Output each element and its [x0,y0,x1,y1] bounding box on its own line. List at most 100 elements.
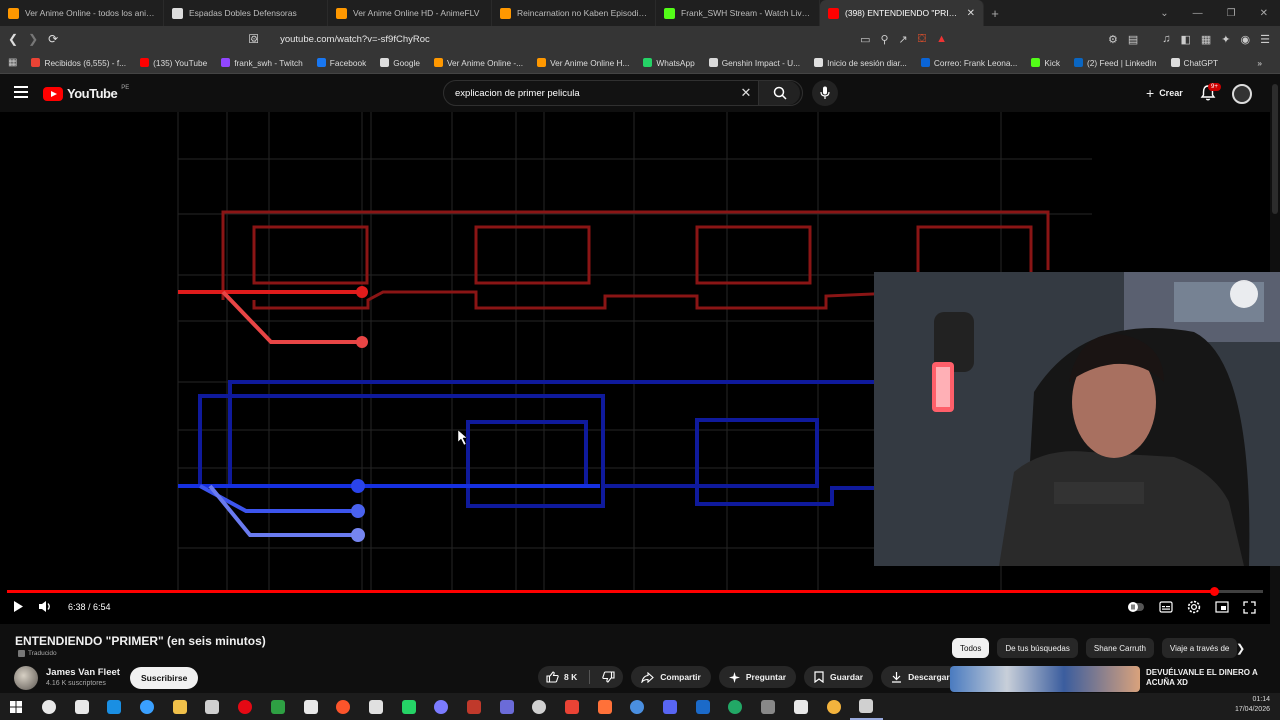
volume-icon[interactable] [38,600,54,613]
wallet-icon[interactable]: ▦ [1201,33,1211,46]
filter-chip[interactable]: Shane Carruth [1085,638,1154,658]
bookmark-item[interactable]: Genshin Impact - U... [708,58,800,68]
reload-icon[interactable]: ⟳ [48,32,58,46]
taskbar-app-icon[interactable] [490,693,523,720]
bookmark-item[interactable]: Inicio de sesión diar... [814,58,907,68]
taskbar-app-icon[interactable] [294,693,327,720]
progress-bar[interactable] [7,587,1263,596]
taskbar-app-icon[interactable] [686,693,719,720]
cast-icon[interactable]: ▭ [860,33,870,46]
ask-button[interactable]: Preguntar [718,666,797,688]
bookmark-item[interactable]: Ver Anime Online H... [537,58,629,68]
taskbar-app-icon[interactable] [98,693,131,720]
clear-search-icon[interactable]: ✕ [734,85,758,101]
search-input[interactable] [444,87,734,99]
taskbar-app-icon[interactable] [163,693,196,720]
recommended-thumbnail[interactable] [950,666,1140,692]
bookmark-item[interactable]: Facebook [316,58,366,68]
browser-tab[interactable]: (398) ENTENDIENDO "PRIMER" ✕ [820,0,984,26]
taskbar-app-icon[interactable] [229,693,262,720]
recommended-title[interactable]: DEVUÉLVANLE EL DINERO A ACUÑA XD [1146,668,1276,688]
bookmark-item[interactable]: (2) Feed | LinkedIn [1074,58,1157,68]
zoom-icon[interactable]: ⚲ [880,33,888,46]
taskbar-app-icon[interactable] [196,693,229,720]
thumbs-down-icon[interactable] [602,671,615,683]
more-bookmarks-icon[interactable]: » [1257,58,1280,68]
share-icon[interactable]: ↗ [899,33,908,46]
sidebar-icon[interactable]: ◧ [1180,33,1190,46]
create-button[interactable]: + Crear [1138,82,1191,104]
autoplay-toggle-icon[interactable] [1127,601,1145,613]
channel-avatar[interactable] [14,666,38,690]
voice-search-button[interactable] [812,80,838,106]
reader-icon[interactable]: ▤ [1128,33,1138,46]
guide-menu-icon[interactable] [14,86,28,98]
taskbar-app-icon[interactable] [425,693,458,720]
taskbar-app-icon[interactable] [621,693,654,720]
like-button[interactable]: 8 K [546,671,577,683]
new-tab-icon[interactable]: + [984,6,1006,21]
download-button[interactable]: Descargar [881,666,960,688]
url-field[interactable]: youtube.com/watch?v=-sf9fChyRoc [280,34,840,45]
account-avatar[interactable] [1232,84,1252,104]
bookmark-item[interactable]: Google [380,58,420,68]
save-button[interactable]: Guardar [804,666,874,688]
miniplayer-icon[interactable] [1215,601,1229,613]
taskbar-app-icon[interactable] [65,693,98,720]
taskbar-app-icon[interactable] [523,693,556,720]
browser-tab[interactable]: Ver Anime Online HD - AnimeFLV [328,0,492,26]
taskbar-app-icon[interactable] [33,693,66,720]
restore-icon[interactable]: ❐ [1227,8,1236,19]
menu-icon[interactable]: ☰ [1260,33,1270,46]
browser-tab[interactable]: Frank_SWH Stream - Watch Live on [656,0,820,26]
youtube-logo[interactable]: YouTube PE [43,85,129,101]
bookmark-item[interactable]: WhatsApp [643,58,695,68]
tab-list-chevron-icon[interactable]: ⌄ [1160,8,1168,19]
channel-name[interactable]: James Van Fleet [46,667,120,678]
extension-icon[interactable]: ⚙ [1108,33,1118,46]
search-button[interactable] [758,81,800,105]
subscribe-button[interactable]: Suscribirse [130,667,199,689]
taskbar-app-icon[interactable] [392,693,425,720]
forward-icon[interactable]: ❯ [28,32,38,46]
taskbar-app-icon[interactable] [588,693,621,720]
play-icon[interactable] [12,600,24,613]
leo-icon[interactable]: ✦ [1221,33,1230,46]
browser-tab[interactable]: Espadas Dobles Defensoras [164,0,328,26]
bookmark-item[interactable]: Kick [1031,58,1060,68]
taskbar-app-icon[interactable] [817,693,850,720]
progress-scrubber[interactable] [1210,587,1220,596]
bookmark-item[interactable]: Correo: Frank Leona... [920,58,1017,68]
brave-shield-icon[interactable]: ⛋ [918,33,926,46]
page-scrollbar[interactable] [1272,84,1278,214]
brave-rewards-icon[interactable]: ▲ [936,33,947,46]
settings-gear-icon[interactable] [1187,600,1201,614]
browser-tab[interactable]: Ver Anime Online - todos los anime [0,0,164,26]
filter-chip[interactable]: Viaje a través de [1161,638,1238,658]
taskbar-app-icon[interactable] [654,693,687,720]
vpn-icon[interactable]: ◉ [1241,33,1251,46]
bookmark-item[interactable]: (135) YouTube [140,58,207,68]
taskbar-app-icon[interactable] [458,693,491,720]
apps-grid-icon[interactable]: ▦ [8,57,17,68]
close-tab-icon[interactable]: ✕ [967,8,975,19]
bookmark-item[interactable]: Ver Anime Online -... [433,58,523,68]
filter-chip[interactable]: Todos [952,638,990,658]
bookmark-item[interactable]: ChatGPT [1170,58,1218,68]
back-icon[interactable]: ❮ [8,32,18,46]
taskbar-app-icon[interactable] [327,693,360,720]
taskbar-app-icon[interactable] [262,693,295,720]
taskbar-app-icon[interactable] [556,693,589,720]
site-info-icon[interactable]: ⚙ [250,34,258,45]
share-button[interactable]: Compartir [631,666,711,688]
minimize-icon[interactable]: — [1193,8,1203,19]
fullscreen-icon[interactable] [1243,600,1256,614]
taskbar-app-icon[interactable] [719,693,752,720]
recommended-video[interactable]: DEVUÉLVANLE EL DINERO A ACUÑA XD [950,666,1280,692]
subtitles-icon[interactable] [1159,601,1173,613]
taskbar-app-icon[interactable] [131,693,164,720]
chips-next-chevron-icon[interactable]: ❯ [1236,642,1245,655]
bookmark-item[interactable]: Recibidos (6,555) - f... [31,58,126,68]
start-button[interactable] [0,693,33,720]
filter-chip[interactable]: De tus búsquedas [997,638,1078,658]
